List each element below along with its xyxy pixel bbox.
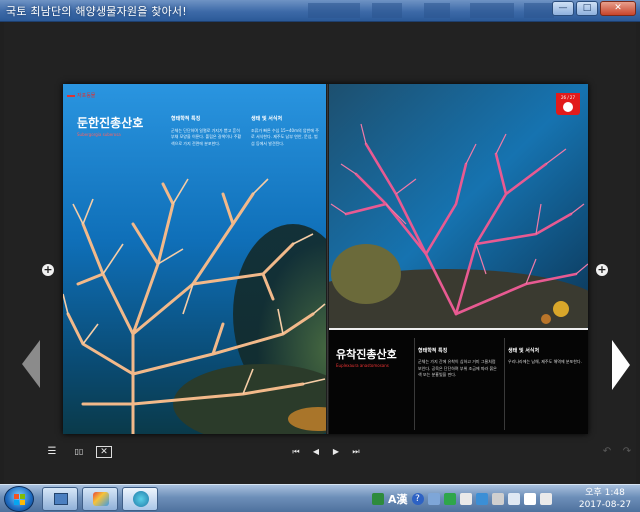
right-page: 26 / 27 유착진총산호 Euplexaura anastomosans 형… <box>326 84 588 434</box>
first-page-icon[interactable]: ⏮ <box>290 446 302 458</box>
prev-page-icon[interactable]: ◀ <box>310 446 322 458</box>
right-habitat-heading: 생태 및 서식처 <box>508 348 540 354</box>
left-morphology-heading: 형태학적 특징 <box>171 116 201 122</box>
windows-taskbar: A漢 ? 오후 1:48 2017-08-27 <box>0 484 640 512</box>
close-window-button[interactable]: ✕ <box>600 1 636 16</box>
undo-icon[interactable]: ↶ <box>600 446 614 458</box>
window-titlebar[interactable]: 국토 최남단의 해양생물자원을 찾아서! — □ ✕ <box>0 0 640 22</box>
system-tray: A漢 ? <box>372 489 552 509</box>
tray-app-icon[interactable] <box>459 493 472 505</box>
book-spread[interactable]: 자포동물 둔한진총산호 Subergorgia suberosa 형태학적 특징… <box>63 84 588 434</box>
table-of-contents-icon[interactable]: ☰ <box>44 446 60 458</box>
redo-icon[interactable]: ↷ <box>620 446 634 458</box>
paint-app-icon <box>93 492 109 506</box>
windows-logo-icon <box>14 494 26 506</box>
ime-indicator[interactable]: A漢 <box>388 491 408 507</box>
taskbar-paint-button[interactable] <box>82 487 118 511</box>
zoom-in-left-icon[interactable]: + <box>42 264 54 276</box>
shield-icon[interactable] <box>475 493 488 505</box>
right-habitat-text: 우리나라에는 남해, 제주도 해역에 분포한다. <box>508 359 582 365</box>
zoom-in-right-icon[interactable]: + <box>596 264 608 276</box>
start-button[interactable] <box>4 486 34 512</box>
ime-settings-icon[interactable] <box>427 493 440 505</box>
book-spine <box>326 84 329 434</box>
left-habitat-heading: 생태 및 서식처 <box>251 116 283 122</box>
display-icon[interactable] <box>507 493 520 505</box>
action-center-flag-icon[interactable] <box>523 493 536 505</box>
close-book-icon[interactable]: ✕ <box>96 446 112 458</box>
right-habitat-column: 생태 및 서식처 우리나라에는 남해, 제주도 해역에 분포한다. <box>508 348 582 366</box>
left-morphology-text: 군체는 단단하며 일렬로 가지가 뻗고 흔히 부채 모양을 이룬다. 폴립은 갈… <box>171 128 242 146</box>
right-morphology-text: 군체는 가지 간에 유착이 심하고 거미 그물처럼 보인다. 공육은 단단하며 … <box>418 359 497 378</box>
right-column-divider-1 <box>414 338 415 430</box>
taskbar-explorer-button[interactable] <box>42 487 78 511</box>
clock-time: 오후 1:48 <box>585 488 625 498</box>
right-morphology-heading: 형태학적 특징 <box>418 348 448 354</box>
taskbar-clock[interactable]: 오후 1:48 2017-08-27 <box>572 487 638 511</box>
left-habitat-column: 생태 및 서식처 조류가 빠른 수심 15~40m의 암반에 주로 서식한다. … <box>251 116 321 147</box>
screen: 국토 최남단의 해양생물자원을 찾아서! — □ ✕ 자포동물 둔한진총산호 S… <box>0 0 640 512</box>
previous-page-arrow-icon[interactable] <box>22 340 40 388</box>
usb-icon[interactable] <box>491 493 504 505</box>
right-morphology-column: 형태학적 특징 군체는 가지 간에 유착이 심하고 거미 그물처럼 보인다. 공… <box>418 348 500 379</box>
left-scientific-name: Subergorgia suberosa <box>77 132 121 137</box>
volume-icon[interactable] <box>539 493 552 505</box>
left-page-title: 둔한진총산호 <box>77 116 144 130</box>
next-page-icon[interactable]: ▶ <box>330 446 342 458</box>
tray-network-app-icon[interactable] <box>372 493 384 505</box>
two-page-view-icon[interactable]: ▯▯ <box>70 446 88 458</box>
maximize-button[interactable]: □ <box>576 1 598 16</box>
window-title: 국토 최남단의 해양생물자원을 찾아서! <box>6 5 187 18</box>
section-label-text: 자포동물 <box>77 93 96 99</box>
left-habitat-text: 조류가 빠른 수심 15~40m의 암반에 주로 서식한다. 제주도 남부 연안… <box>251 128 319 146</box>
right-page-title: 유착진총산호 <box>336 348 397 361</box>
taskbar-ebook-button[interactable] <box>122 487 158 511</box>
page-number-badge: 26 / 27 <box>556 93 580 115</box>
next-page-arrow-icon[interactable] <box>612 340 630 390</box>
left-page: 자포동물 둔한진총산호 Subergorgia suberosa 형태학적 특징… <box>63 84 326 434</box>
clock-date: 2017-08-27 <box>578 500 632 510</box>
last-page-icon[interactable]: ⏭ <box>350 446 362 458</box>
antivirus-icon[interactable] <box>443 493 456 505</box>
right-column-divider-2 <box>504 338 505 430</box>
ebook-app-icon <box>133 491 149 507</box>
viewer-toolbar: ☰ ▯▯ ✕ ⏮ ◀ ▶ ⏭ ↶ ↷ <box>0 438 640 466</box>
page-number: 26 / 27 <box>560 95 576 100</box>
help-icon[interactable]: ? <box>411 493 424 505</box>
right-scientific-name: Euplexaura anastomosans <box>336 363 389 368</box>
section-label: 자포동물 <box>67 92 95 99</box>
left-morphology-column: 형태학적 특징 군체는 단단하며 일렬로 가지가 뻗고 흔히 부채 모양을 이룬… <box>171 116 243 147</box>
window-app-icon <box>54 493 68 505</box>
coral-photo-right <box>326 84 588 334</box>
coral-logo-icon <box>563 102 573 112</box>
minimize-button[interactable]: — <box>552 1 574 16</box>
